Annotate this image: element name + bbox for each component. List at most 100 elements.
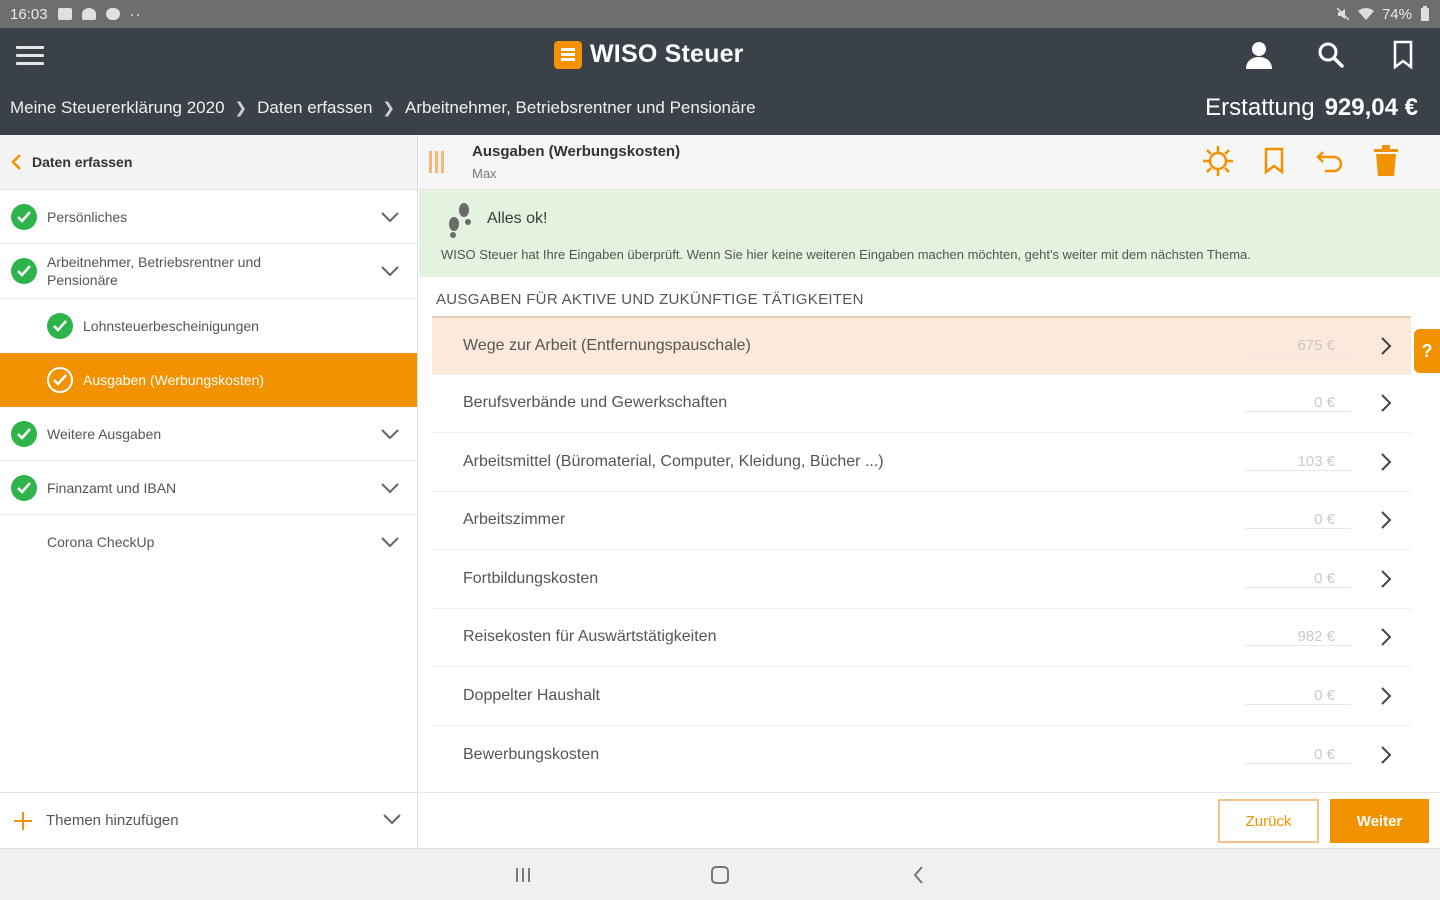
back-link[interactable]: Daten erfassen	[0, 135, 417, 190]
chevron-down-icon[interactable]	[375, 428, 405, 440]
list-item-label: Bewerbungskosten	[463, 745, 600, 763]
breadcrumb-item[interactable]: Meine Steuererklärung 2020	[10, 98, 225, 118]
refund-summary[interactable]: Erstattung 929,04 €	[1205, 94, 1418, 122]
more-notifications-icon: ··	[129, 5, 142, 23]
chevron-right-icon	[1361, 452, 1411, 472]
chevron-down-icon[interactable]	[375, 265, 405, 277]
search-icon[interactable]	[1314, 38, 1348, 72]
sidebar-item-arbeitnehmer[interactable]: Arbeitnehmer, Betriebsrentner und Pensio…	[0, 244, 417, 299]
chevron-right-icon	[1361, 686, 1411, 706]
status-message: Alles ok! WISO Steuer hat Ihre Eingaben …	[419, 190, 1440, 277]
chevron-down-icon[interactable]	[375, 211, 405, 223]
sidebar-item-label: Arbeitnehmer, Betriebsrentner und Pensio…	[47, 254, 262, 288]
system-nav-bar	[0, 848, 1440, 900]
chevron-down-icon[interactable]	[382, 812, 402, 829]
add-topics-button[interactable]: Themen hinzufügen	[0, 792, 418, 848]
main-content: Ausgaben (Werbungskosten) Max Alles ok! …	[419, 135, 1440, 848]
battery-icon	[1421, 6, 1429, 21]
check-icon	[47, 313, 73, 339]
back-button[interactable]: Zurück	[1218, 799, 1319, 843]
list-item-value: 0 €	[1245, 511, 1351, 530]
plus-icon	[14, 811, 32, 830]
sidebar-item-werbungskosten[interactable]: Ausgaben (Werbungskosten)	[0, 353, 417, 407]
footprints-icon	[449, 203, 471, 238]
sidebar-item-weitere-ausgaben[interactable]: Weitere Ausgaben	[0, 407, 417, 461]
chevron-right-icon: ❯	[382, 100, 395, 117]
check-icon	[11, 203, 37, 230]
gallery-icon	[57, 8, 72, 20]
chevron-right-icon	[1361, 336, 1411, 356]
chevron-right-icon	[1361, 510, 1411, 530]
refund-amount: 929,04 €	[1324, 94, 1418, 121]
battery-percent: 74%	[1381, 5, 1412, 23]
undo-icon[interactable]	[1312, 143, 1348, 179]
check-icon	[47, 367, 73, 393]
expense-list: Wege zur Arbeit (Entfernungspauschale) 6…	[432, 316, 1411, 784]
status-bar: 16:03 ·· 74%	[0, 0, 1440, 28]
breadcrumb-item[interactable]: Arbeitnehmer, Betriebsrentner und Pensio…	[405, 98, 756, 118]
chevron-right-icon	[1361, 569, 1411, 589]
list-item-label: Fortbildungskosten	[463, 569, 599, 587]
list-item-arbeitszimmer[interactable]: Arbeitszimmer 0 €	[432, 492, 1411, 550]
page-title: Ausgaben (Werbungskosten)	[472, 143, 681, 160]
section-title: AUSGABEN FÜR AKTIVE UND ZUKÜNFTIGE TÄTIG…	[436, 291, 864, 308]
drag-handle-icon[interactable]	[429, 151, 445, 173]
virus-icon[interactable]	[1200, 143, 1236, 179]
help-button[interactable]: ?	[1414, 329, 1440, 373]
list-item-fortbildungskosten[interactable]: Fortbildungskosten 0 €	[432, 550, 1411, 609]
sidebar-item-corona-checkup[interactable]: Corona CheckUp	[0, 515, 417, 569]
sidebar-item-lohnsteuerbescheinigungen[interactable]: Lohnsteuerbescheinigungen	[0, 299, 417, 353]
home-icon[interactable]	[708, 863, 732, 887]
next-button[interactable]: Weiter	[1330, 799, 1429, 843]
cloud-icon	[105, 8, 120, 20]
chevron-down-icon[interactable]	[375, 536, 405, 548]
list-item-label: Reisekosten für Auswärtstätigkeiten	[463, 628, 717, 646]
app-header: WISO Steuer Meine Steuererklärung 2020 ❯…	[0, 28, 1440, 135]
user-icon[interactable]	[1242, 38, 1276, 72]
list-item-label: Wege zur Arbeit (Entfernungspauschale)	[463, 336, 751, 354]
sidebar: Daten erfassen Persönliches Arbeitnehmer…	[0, 135, 418, 848]
status-title: Alles ok!	[487, 210, 548, 227]
bookmark-icon[interactable]	[1256, 143, 1292, 179]
sidebar-item-label: Finanzamt und IBAN	[47, 479, 177, 496]
page-subtitle: Max	[472, 166, 497, 181]
list-item-label: Doppelter Haushalt	[463, 686, 600, 704]
list-item-bewerbungskosten[interactable]: Bewerbungskosten 0 €	[432, 726, 1411, 785]
chevron-right-icon	[1361, 393, 1411, 413]
refund-label: Erstattung	[1205, 94, 1315, 121]
chevron-down-icon[interactable]	[375, 482, 405, 494]
list-item-reisekosten[interactable]: Reisekosten für Auswärtstätigkeiten 982 …	[432, 609, 1411, 667]
list-item-wege-zur-arbeit[interactable]: Wege zur Arbeit (Entfernungspauschale) 6…	[432, 316, 1411, 375]
trash-icon[interactable]	[1368, 143, 1404, 179]
list-item-label: Arbeitszimmer	[463, 511, 566, 529]
add-topics-label: Themen hinzufügen	[46, 812, 179, 829]
sidebar-item-label: Persönliches	[47, 208, 128, 225]
sidebar-item-persoenliches[interactable]: Persönliches	[0, 190, 417, 244]
status-text: WISO Steuer hat Ihre Eingaben überprüft.…	[441, 247, 1251, 262]
list-item-value: 982 €	[1245, 628, 1351, 647]
check-icon	[11, 474, 37, 501]
bookmark-icon[interactable]	[1386, 38, 1420, 72]
list-item-value: 0 €	[1245, 394, 1351, 413]
sidebar-item-label: Corona CheckUp	[47, 534, 155, 550]
sidebar-item-label: Weitere Ausgaben	[47, 425, 162, 442]
chevron-right-icon	[1361, 745, 1411, 765]
recent-apps-icon[interactable]	[511, 863, 535, 887]
notification-icon	[81, 8, 96, 20]
list-item-value: 103 €	[1245, 453, 1351, 471]
list-item-label: Arbeitsmittel (Büromaterial, Computer, K…	[463, 452, 884, 470]
list-item-value: 0 €	[1245, 570, 1351, 588]
list-item-arbeitsmittel[interactable]: Arbeitsmittel (Büromaterial, Computer, K…	[432, 433, 1411, 492]
check-icon	[11, 258, 37, 284]
menu-icon[interactable]	[16, 46, 44, 66]
list-item-doppelter-haushalt[interactable]: Doppelter Haushalt 0 €	[432, 667, 1411, 726]
check-icon	[11, 420, 37, 447]
breadcrumb-item[interactable]: Daten erfassen	[257, 98, 372, 118]
back-icon[interactable]	[906, 863, 930, 887]
sidebar-item-finanzamt[interactable]: Finanzamt und IBAN	[0, 461, 417, 515]
list-item-value: 0 €	[1245, 746, 1351, 764]
list-item-berufsverbaende[interactable]: Berufsverbände und Gewerkschaften 0 €	[432, 375, 1411, 433]
brand-name: WISO Steuer	[590, 40, 744, 68]
content-footer: Zurück Weiter	[419, 792, 1440, 848]
mute-icon	[1336, 7, 1350, 21]
